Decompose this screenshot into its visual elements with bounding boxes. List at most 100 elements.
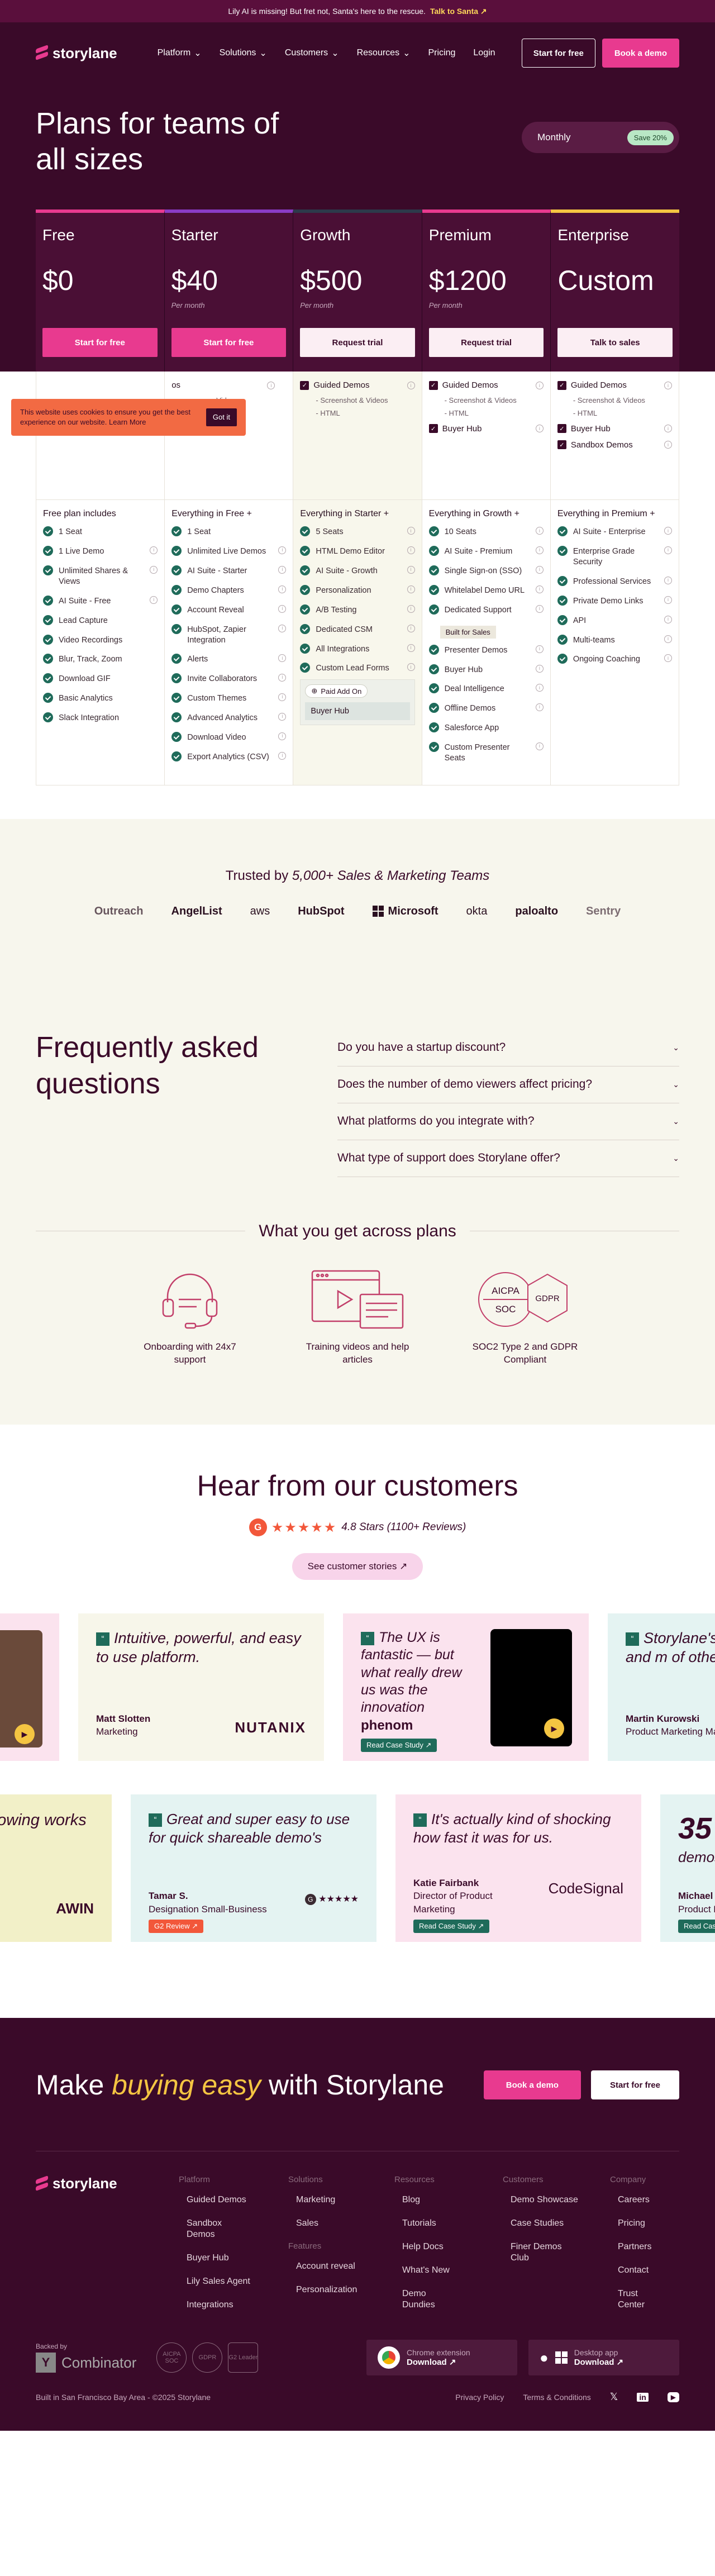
checkbox-checked-icon[interactable]: ✓ [557, 440, 566, 450]
checkbox-checked-icon[interactable]: ✓ [557, 380, 566, 390]
chrome-extension-download[interactable]: Chrome extension Download ↗ [366, 2340, 517, 2376]
billing-toggle[interactable]: Monthly Save 20% [522, 122, 679, 153]
info-icon[interactable]: i [278, 566, 287, 574]
x-twitter-icon[interactable]: 𝕏 [610, 2391, 618, 2403]
info-icon[interactable]: i [535, 664, 544, 673]
info-icon[interactable]: i [535, 546, 544, 555]
footer-link[interactable]: Partners [610, 2241, 651, 2253]
info-icon[interactable]: i [278, 546, 287, 555]
footer-link[interactable]: Sandbox Demos [179, 2218, 240, 2240]
buyer-hub-addon[interactable]: Buyer Hub [305, 702, 410, 721]
banner-link[interactable]: Talk to Santa ↗ [430, 7, 487, 16]
info-icon[interactable]: i [150, 566, 158, 574]
privacy-policy-link[interactable]: Privacy Policy [455, 2393, 504, 2402]
info-icon[interactable]: i [664, 635, 673, 643]
info-icon[interactable]: i [407, 644, 415, 652]
info-icon[interactable]: i [664, 615, 673, 623]
footer-link[interactable]: Lily Sales Agent [179, 2276, 288, 2287]
info-icon[interactable]: i [278, 624, 287, 632]
faq-item[interactable]: What platforms do you integrate with? ⌄ [337, 1103, 679, 1140]
plan-cta-button[interactable]: Start for free [171, 328, 287, 358]
nav-login[interactable]: Login [473, 47, 495, 59]
info-icon[interactable]: i [407, 585, 415, 593]
footer-link[interactable]: Marketing [288, 2194, 394, 2206]
cookie-learn-more[interactable]: Learn More [109, 418, 146, 426]
book-demo-button[interactable]: Book a demo [602, 39, 679, 68]
read-case-study-button[interactable]: Read Case [678, 1919, 715, 1934]
footer-link[interactable]: What's New [394, 2265, 503, 2276]
info-icon[interactable]: i [535, 585, 544, 593]
info-icon[interactable]: i [278, 674, 287, 682]
info-icon[interactable]: i [407, 624, 415, 632]
info-icon[interactable]: i [664, 425, 673, 433]
g2-review-button[interactable]: G2 Review ↗ [149, 1919, 204, 1934]
info-icon[interactable]: i [407, 527, 415, 535]
info-icon[interactable]: i [664, 546, 673, 555]
info-icon[interactable]: i [664, 441, 673, 449]
plan-cta-button[interactable]: Start for free [42, 328, 158, 358]
info-icon[interactable]: i [150, 596, 158, 604]
start-free-button[interactable]: Start for free [521, 39, 595, 68]
nav-solutions[interactable]: Solutions ⌄ [220, 47, 267, 59]
footer-link[interactable]: Demo Showcase [503, 2194, 610, 2206]
footer-link[interactable]: Pricing [610, 2218, 651, 2229]
info-icon[interactable]: i [150, 546, 158, 555]
plan-cta-button[interactable]: Talk to sales [557, 328, 673, 358]
footer-link[interactable]: Trust Center [610, 2288, 649, 2311]
info-icon[interactable]: i [278, 693, 287, 702]
info-icon[interactable]: i [407, 546, 415, 555]
linkedin-icon[interactable]: in [637, 2392, 649, 2402]
faq-item[interactable]: Do you have a startup discount? ⌄ [337, 1030, 679, 1066]
info-icon[interactable]: i [278, 751, 287, 760]
checkbox-checked-icon[interactable]: ✓ [557, 424, 566, 434]
info-icon[interactable]: i [535, 527, 544, 535]
info-icon[interactable]: i [664, 654, 673, 663]
info-icon[interactable]: i [535, 742, 544, 750]
info-icon[interactable]: i [278, 654, 287, 663]
info-icon[interactable]: i [535, 604, 544, 613]
footer-link[interactable]: Demo Dundies [394, 2288, 439, 2311]
info-icon[interactable]: i [407, 566, 415, 574]
info-icon[interactable]: i [664, 527, 673, 535]
info-icon[interactable]: i [535, 703, 544, 712]
terms-link[interactable]: Terms & Conditions [523, 2393, 590, 2402]
footer-link[interactable]: Personalization [288, 2284, 394, 2296]
read-case-study-button[interactable]: Read Case Study ↗ [361, 1738, 437, 1753]
footer-link[interactable]: Guided Demos [179, 2194, 263, 2206]
footer-link[interactable]: Account reveal [288, 2261, 394, 2272]
read-case-study-button[interactable]: Read Case Study ↗ [413, 1919, 490, 1934]
footer-link[interactable]: Careers [610, 2194, 651, 2206]
footer-logo[interactable]: storylane [36, 2175, 179, 2192]
footer-link[interactable]: Contact [610, 2265, 651, 2276]
checkbox-checked-icon[interactable]: ✓ [300, 380, 309, 390]
info-icon[interactable]: i [278, 712, 287, 721]
footer-link[interactable]: Blog [394, 2194, 503, 2206]
info-icon[interactable]: i [664, 576, 673, 584]
play-icon[interactable]: ▶ [544, 1718, 564, 1739]
cta-start-free-button[interactable]: Start for free [590, 2070, 679, 2100]
cta-book-demo-button[interactable]: Book a demo [483, 2070, 581, 2100]
info-icon[interactable]: i [535, 381, 544, 389]
info-icon[interactable]: i [535, 566, 544, 574]
nav-customers[interactable]: Customers ⌄ [285, 47, 339, 59]
info-icon[interactable]: i [278, 585, 287, 593]
footer-link[interactable]: Tutorials [394, 2218, 503, 2229]
brand-logo[interactable]: storylane [36, 45, 117, 62]
info-icon[interactable]: i [407, 381, 415, 389]
youtube-icon[interactable]: ▶ [667, 2392, 679, 2402]
info-icon[interactable]: i [535, 425, 544, 433]
footer-link[interactable]: Finer Demos Club [503, 2241, 564, 2264]
footer-link[interactable]: Case Studies [503, 2218, 610, 2229]
checkbox-checked-icon[interactable]: ✓ [428, 380, 438, 390]
faq-item[interactable]: What type of support does Storylane offe… [337, 1140, 679, 1177]
info-icon[interactable]: i [267, 381, 275, 389]
play-icon[interactable]: ▶ [15, 1724, 35, 1745]
info-icon[interactable]: i [664, 596, 673, 604]
nav-resources[interactable]: Resources ⌄ [357, 47, 411, 59]
info-icon[interactable]: i [664, 381, 673, 389]
info-icon[interactable]: i [278, 604, 287, 613]
footer-link[interactable]: Help Docs [394, 2241, 503, 2253]
info-icon[interactable]: i [407, 663, 415, 672]
info-icon[interactable]: i [278, 732, 287, 740]
plan-cta-button[interactable]: Request trial [428, 328, 544, 358]
